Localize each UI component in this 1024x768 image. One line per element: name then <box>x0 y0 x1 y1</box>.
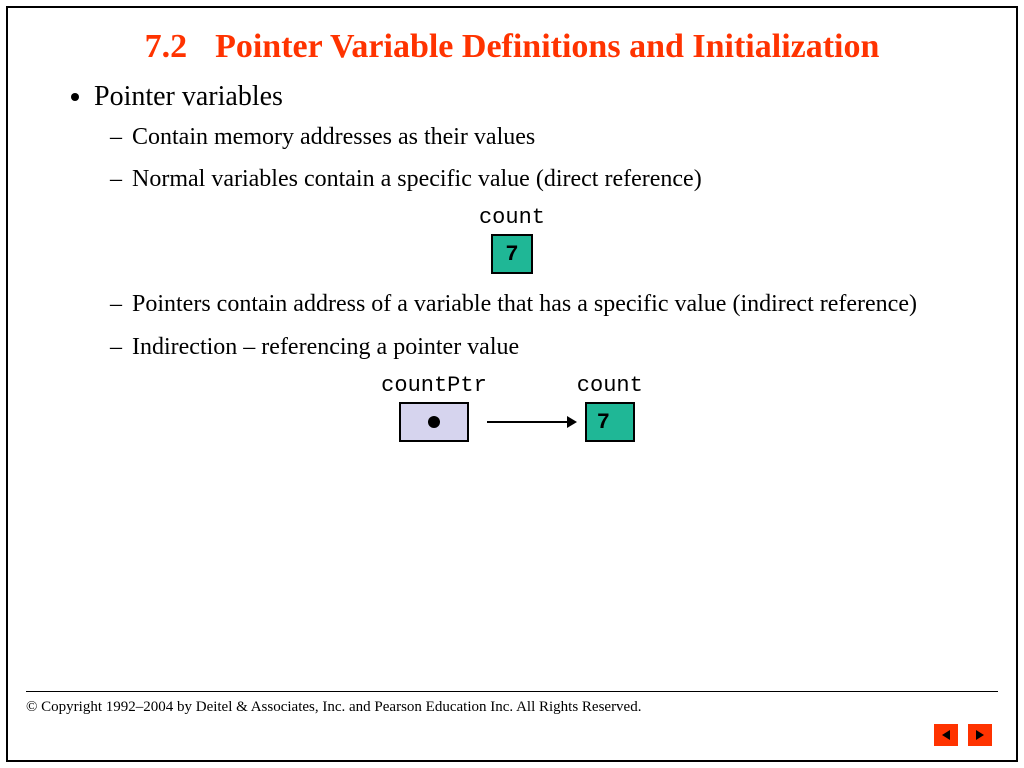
section-number: 7.2 <box>145 28 188 65</box>
sub-bullet-list-2: Pointers contain address of a variable t… <box>110 288 986 363</box>
diagram2-var-box: 7 <box>585 402 635 442</box>
diagram1-box: 7 <box>491 234 533 274</box>
slide-frame: 7.2 Pointer Variable Definitions and Init… <box>6 6 1018 762</box>
chevron-right-icon <box>974 729 986 741</box>
footer-rule <box>26 691 998 692</box>
diagram-indirect-ref: countPtr count 7 <box>38 373 986 442</box>
diagram1-label: count <box>479 205 545 230</box>
sub-bullet-d: Indirection – referencing a pointer valu… <box>110 331 986 363</box>
pointer-dot-icon <box>428 416 440 428</box>
prev-button[interactable] <box>934 724 958 746</box>
diagram2-var-label: count <box>577 373 643 398</box>
sub-bullet-a: Contain memory addresses as their values <box>110 121 986 153</box>
ptr-col: countPtr <box>381 373 487 442</box>
sub-bullet-list: Contain memory addresses as their values… <box>110 121 986 196</box>
title-text: Pointer Variable Definitions and Initial… <box>215 28 879 65</box>
diagram2-ptr-box <box>399 402 469 442</box>
arrow-icon <box>487 402 577 442</box>
diagram2-ptr-label: countPtr <box>381 373 487 398</box>
var-col: count 7 <box>577 373 643 442</box>
arrow-wrap <box>487 402 577 442</box>
bullet-list: Pointer variables <box>66 81 986 113</box>
bullet-main: Pointer variables <box>94 81 986 113</box>
nav-controls <box>934 724 992 746</box>
next-button[interactable] <box>968 724 992 746</box>
slide-title: 7.2 Pointer Variable Definitions and Init… <box>38 26 986 69</box>
sub-bullet-b: Normal variables contain a specific valu… <box>110 163 986 195</box>
sub-bullet-c: Pointers contain address of a variable t… <box>110 288 986 320</box>
chevron-left-icon <box>940 729 952 741</box>
copyright-footer: © Copyright 1992–2004 by Deitel & Associ… <box>26 699 641 716</box>
diagram-direct-ref: count 7 <box>38 205 986 274</box>
